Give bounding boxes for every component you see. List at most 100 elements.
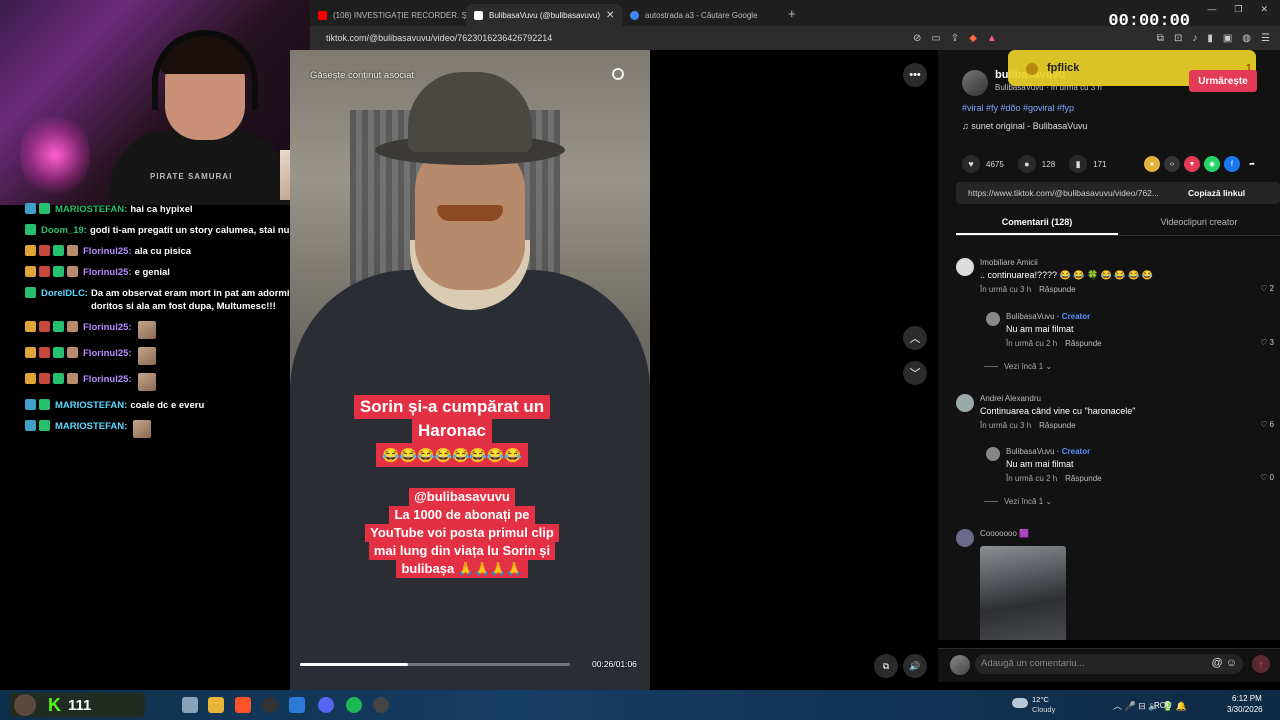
next-video-button[interactable]: ﹀ <box>903 361 927 385</box>
comment-image[interactable] <box>980 546 1066 640</box>
more-options-button[interactable]: ••• <box>903 63 927 87</box>
chat-username[interactable]: DorelDLC: <box>41 287 88 300</box>
brave-rewards-icon[interactable]: ▲ <box>987 33 997 44</box>
commenter-avatar[interactable] <box>956 258 974 276</box>
browser-tab-google[interactable]: autostrada a3 - Căutare Google <box>622 4 778 26</box>
language-indicator[interactable]: ROU <box>1154 701 1172 710</box>
browser-tab-youtube[interactable]: (108) INVESTIGAȚIE RECORDER. Și im <box>310 4 466 26</box>
reply-button[interactable]: Răspunde <box>1065 339 1101 348</box>
save-stat[interactable]: ▮ 171 <box>1069 155 1107 173</box>
sound-link[interactable]: ♫ sunet original - BulibasaVuvu <box>962 121 1088 131</box>
extensions-icon[interactable]: ⧉ <box>1157 33 1164 44</box>
search-icon[interactable] <box>612 68 624 80</box>
add-comment-input[interactable]: Adaugă un comentariu... @ ☺ <box>975 654 1243 674</box>
creator-reply-avatar[interactable] <box>986 312 1000 326</box>
pip-button[interactable]: ⧉ <box>874 654 898 678</box>
url-field[interactable]: tiktok.com/@bulibasavuvu/video/762301623… <box>326 33 552 43</box>
view-more-replies[interactable]: Vezi încă 1 ⌄ <box>984 497 1052 506</box>
commenter-name[interactable]: Andrei Alexandru <box>980 394 1041 403</box>
cat-badge-icon <box>67 321 78 332</box>
sidebar-icon[interactable]: ▮ <box>1207 33 1213 44</box>
comment-like[interactable]: ♡ 6 <box>1260 420 1274 429</box>
task-view-icon[interactable] <box>182 697 198 713</box>
creator-reply-avatar[interactable] <box>986 447 1000 461</box>
related-search[interactable]: Găsește conținut asociat <box>310 70 414 81</box>
obs-icon[interactable] <box>262 697 278 713</box>
spotify-icon[interactable] <box>346 697 362 713</box>
comment-like[interactable]: ♡ 3 <box>1260 338 1274 347</box>
chat-username[interactable]: Florinul25: <box>83 321 132 334</box>
view-more-replies[interactable]: Vezi încă 1 ⌄ <box>984 362 1052 371</box>
new-tab-button[interactable]: + <box>788 6 796 21</box>
like-stat[interactable]: ♥ 4675 <box>962 155 1004 173</box>
comment-stat[interactable]: ● 128 <box>1017 155 1055 173</box>
chat-username[interactable]: MARIOSTEFAN: <box>55 399 127 412</box>
weather-temperature[interactable]: 12°C <box>1032 695 1049 704</box>
browser-tab-tiktok[interactable]: BulibasaVuvu (@bulibasavuvu) ✕ <box>466 4 622 26</box>
mention-emoji-icons[interactable]: @ ☺ <box>1212 657 1237 669</box>
chat-badges <box>25 266 78 277</box>
copy-link-button[interactable]: Copiază linkul <box>1188 188 1245 198</box>
close-window-button[interactable]: ✕ <box>1260 4 1268 15</box>
previous-video-button[interactable]: ︿ <box>903 326 927 350</box>
file-explorer-icon[interactable] <box>208 697 224 713</box>
commenter-avatar[interactable] <box>956 394 974 412</box>
system-tray-icons[interactable]: ︿ 🎤 ⊟ 🔈 🔋 🔔 <box>1113 699 1187 712</box>
follow-button[interactable]: Urmărește <box>1189 70 1257 92</box>
chat-badges <box>25 224 36 235</box>
cast-icon[interactable]: ▭ <box>931 33 940 44</box>
minimize-button[interactable]: — <box>1207 4 1216 15</box>
hashtags[interactable]: #viral #fy #dõo #goviral #fyp <box>962 103 1074 113</box>
creator-avatar[interactable] <box>962 70 988 96</box>
chat-username[interactable]: Florinul25: <box>83 266 132 279</box>
send-icon[interactable]: ▼ <box>1184 156 1200 172</box>
menu-icon[interactable]: ☰ <box>1261 33 1270 44</box>
mute-site-icon[interactable]: ⊘ <box>913 33 921 44</box>
chat-username[interactable]: Florinul25: <box>83 347 132 360</box>
reply-button[interactable]: Răspunde <box>1065 474 1101 483</box>
red-badge-icon <box>39 321 50 332</box>
brave-shield-icon[interactable]: ◆ <box>969 33 977 44</box>
video-link[interactable]: https://www.tiktok.com/@bulibasavuvu/vid… <box>956 188 1186 198</box>
tab-comments[interactable]: Comentarii (128) <box>956 212 1118 235</box>
facebook-icon[interactable]: f <box>1224 156 1240 172</box>
commenter-avatar[interactable] <box>956 529 974 547</box>
cat-badge-icon <box>67 266 78 277</box>
vpn-icon[interactable]: ◍ <box>1242 33 1251 44</box>
chat-username[interactable]: Doom_19: <box>41 224 87 237</box>
forward-icon[interactable]: ➦ <box>1244 156 1260 172</box>
youtube-icon <box>318 10 327 20</box>
chat-username[interactable]: MARIOSTEFAN: <box>55 203 127 216</box>
commenter-name[interactable]: Cooooooo 🟪 <box>980 529 1029 538</box>
comment-like[interactable]: ♡ 0 <box>1260 473 1274 482</box>
discord-icon[interactable] <box>318 697 334 713</box>
tab-creator-videos[interactable]: Videoclipuri creator <box>1118 212 1280 235</box>
commenter-name[interactable]: BulibasaVuvu · Creator <box>1006 447 1090 456</box>
maximize-button[interactable]: ❐ <box>1234 4 1242 15</box>
comment-like[interactable]: ♡ 2 <box>1260 284 1274 293</box>
red-badge-icon <box>39 347 50 358</box>
app-icon[interactable] <box>373 697 389 713</box>
coin-share-icon[interactable]: ● <box>1144 156 1160 172</box>
red-badge-icon <box>39 245 50 256</box>
wallet-icon[interactable]: ▣ <box>1223 33 1232 44</box>
reply-button[interactable]: Răspunde <box>1039 421 1075 430</box>
reply-button[interactable]: Răspunde <box>1039 285 1075 294</box>
tiktok-video[interactable]: Găsește conținut asociat Sorin și-a cump… <box>290 50 650 690</box>
chat-username[interactable]: Florinul25: <box>83 245 132 258</box>
clock-time[interactable]: 6:12 PM <box>1232 694 1262 703</box>
share-icon[interactable]: ⇪ <box>951 33 959 44</box>
store-icon[interactable] <box>289 697 305 713</box>
close-tab-icon[interactable]: ✕ <box>606 10 614 21</box>
send-comment-button[interactable]: ↑ <box>1252 655 1270 673</box>
music-icon[interactable]: ♪ <box>1192 33 1197 44</box>
commenter-name[interactable]: Imobiliare Amicii <box>980 258 1038 267</box>
embed-icon[interactable]: ‹› <box>1164 156 1180 172</box>
volume-button[interactable]: 🔊 <box>903 654 927 678</box>
screenshot-icon[interactable]: ⊡ <box>1174 33 1182 44</box>
commenter-name[interactable]: BulibasaVuvu · Creator <box>1006 312 1090 321</box>
whatsapp-icon[interactable]: ◉ <box>1204 156 1220 172</box>
chat-username[interactable]: MARIOSTEFAN: <box>55 420 127 433</box>
brave-icon[interactable] <box>235 697 251 713</box>
chat-username[interactable]: Florinul25: <box>83 373 132 386</box>
